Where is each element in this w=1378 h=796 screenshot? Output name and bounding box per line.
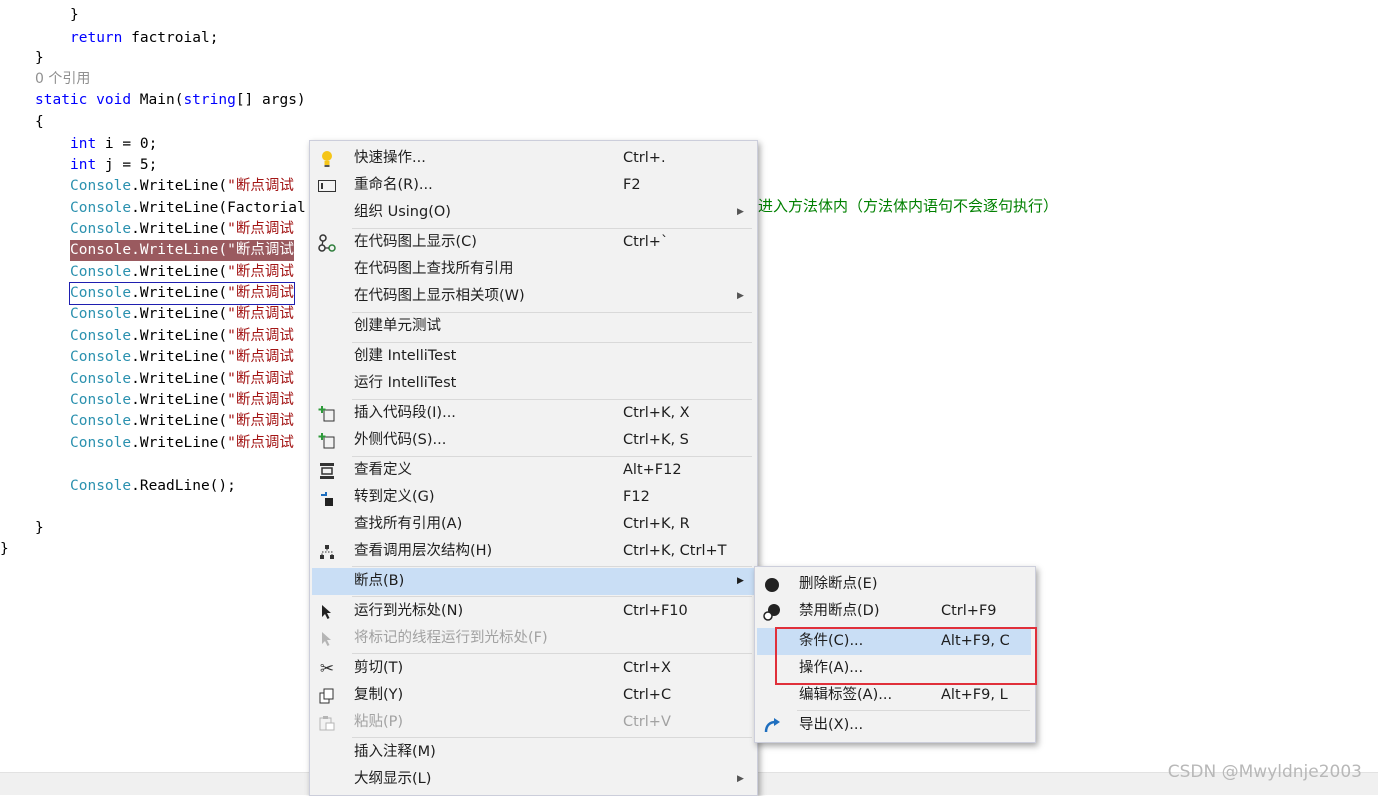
menu-item-surround-with[interactable]: 外侧代码(S)... Ctrl+K, S <box>312 427 755 454</box>
menu-separator <box>352 653 752 654</box>
menu-item-run-to-cursor[interactable]: 运行到光标处(N) Ctrl+F10 <box>312 598 755 625</box>
cursor-icon <box>318 603 336 621</box>
code-line: } <box>35 50 44 66</box>
menu-item-copy[interactable]: 复制(Y) Ctrl+C <box>312 682 755 709</box>
cut-icon: ✂ <box>319 658 335 679</box>
annotation-highlight-box <box>775 627 1037 685</box>
reference-count[interactable]: 0 个引用 <box>35 69 90 90</box>
menu-item-cut[interactable]: ✂ 剪切(T) Ctrl+X <box>312 655 755 682</box>
menu-item-find-all-refs-code-map[interactable]: 在代码图上查找所有引用 <box>312 256 755 283</box>
menu-item-breakpoint[interactable]: 断点(B) ▶ <box>312 568 755 595</box>
menu-item-paste[interactable]: 粘贴(P) Ctrl+V <box>312 709 755 736</box>
export-icon <box>763 717 781 735</box>
code-line: } <box>0 541 9 557</box>
code-line: Console.WriteLine("断点调试 <box>70 435 294 451</box>
code-line: Console.WriteLine("断点调试 <box>70 392 294 408</box>
code-line: Console.WriteLine("断点调试 <box>70 306 294 322</box>
menu-item-quick-actions[interactable]: 快速操作... Ctrl+. <box>312 145 755 172</box>
submenu-arrow-icon: ▶ <box>737 774 744 784</box>
code-comment: 进入方法体内（方法体内语句不会逐句执行） <box>758 197 1059 215</box>
insert-snippet-icon <box>318 405 336 423</box>
menu-item-go-to-definition[interactable]: 转到定义(G) F12 <box>312 484 755 511</box>
disable-breakpoint-icon <box>763 603 781 621</box>
breakpoint-icon <box>763 576 781 594</box>
call-hierarchy-icon <box>318 543 336 561</box>
menu-item-edit-labels[interactable]: 编辑标签(A)... Alt+F9, L <box>757 682 1033 709</box>
code-line: Console.WriteLine("断点调试 <box>70 371 294 387</box>
submenu-arrow-icon: ▶ <box>737 576 744 586</box>
menu-item-show-on-code-map[interactable]: 在代码图上显示(C) Ctrl+` <box>312 229 755 256</box>
menu-item-disable-breakpoint[interactable]: 禁用断点(D) Ctrl+F9 <box>757 598 1033 625</box>
menu-item-run-intellitest[interactable]: 运行 IntelliTest <box>312 370 755 397</box>
breakpoint-code-line: Console.WriteLine("断点调试 <box>70 240 294 261</box>
watermark: CSDN @Mwyldnje2003 <box>1167 762 1362 782</box>
peek-definition-icon <box>318 462 336 480</box>
code-line: Console.WriteLine("断点调试 <box>70 349 294 365</box>
code-line: Console.WriteLine("断点调试 <box>70 221 294 237</box>
menu-separator <box>352 566 752 567</box>
code-line: { <box>35 114 44 130</box>
submenu-arrow-icon: ▶ <box>737 207 744 217</box>
copy-icon <box>318 687 336 705</box>
code-line: Console.WriteLine(Factorial <box>70 200 306 216</box>
cursor-icon <box>318 630 336 648</box>
code-line: return factroial; <box>70 30 219 46</box>
menu-item-peek-definition[interactable]: 查看定义 Alt+F12 <box>312 457 755 484</box>
code-map-icon <box>318 234 336 252</box>
lightbulb-icon <box>318 150 336 168</box>
code-line: Console.ReadLine(); <box>70 478 236 494</box>
menu-item-find-all-references[interactable]: 查找所有引用(A) Ctrl+K, R <box>312 511 755 538</box>
menu-item-export[interactable]: 导出(X)... <box>757 712 1033 739</box>
context-menu: 快速操作... Ctrl+. 重命名(R)... F2 组织 Using(O) … <box>309 140 758 796</box>
surround-with-icon <box>318 432 336 450</box>
menu-item-create-unit-tests[interactable]: 创建单元测试 <box>312 313 755 340</box>
menu-item-organize-using[interactable]: 组织 Using(O) ▶ <box>312 199 755 226</box>
paste-icon <box>318 714 336 732</box>
menu-item-insert-snippet[interactable]: 插入代码段(I)... Ctrl+K, X <box>312 400 755 427</box>
menu-item-insert-comment[interactable]: 插入注释(M) <box>312 739 755 766</box>
submenu-arrow-icon: ▶ <box>737 291 744 301</box>
code-line: Console.WriteLine("断点调试 <box>70 264 294 280</box>
menu-item-delete-breakpoint[interactable]: 删除断点(E) <box>757 571 1033 598</box>
menu-item-outlining[interactable]: 大纲显示(L) ▶ <box>312 766 755 793</box>
code-line: Console.WriteLine("断点调试 <box>70 328 294 344</box>
menu-separator <box>352 737 752 738</box>
code-line: Console.WriteLine("断点调试 <box>70 178 294 194</box>
menu-item-rename[interactable]: 重命名(R)... F2 <box>312 172 755 199</box>
rename-icon <box>318 177 336 195</box>
current-code-line: Console.WriteLine("断点调试 <box>69 282 295 305</box>
menu-item-view-call-hierarchy[interactable]: 查看调用层次结构(H) Ctrl+K, Ctrl+T <box>312 538 755 565</box>
code-line: Console.WriteLine("断点调试 <box>70 413 294 429</box>
code-line: static void Main(string[] args) <box>35 92 306 108</box>
menu-item-create-intellitest[interactable]: 创建 IntelliTest <box>312 343 755 370</box>
code-line: int j = 5; <box>70 157 158 173</box>
code-line: } <box>35 520 44 536</box>
menu-item-run-flagged-threads-to-cursor[interactable]: 将标记的线程运行到光标处(F) <box>312 625 755 652</box>
menu-item-show-related-code-map[interactable]: 在代码图上显示相关项(W) ▶ <box>312 283 755 310</box>
menu-separator <box>352 596 752 597</box>
go-to-definition-icon <box>318 489 336 507</box>
menu-separator <box>797 710 1030 711</box>
code-line: } <box>70 7 79 23</box>
code-line: int i = 0; <box>70 136 158 152</box>
